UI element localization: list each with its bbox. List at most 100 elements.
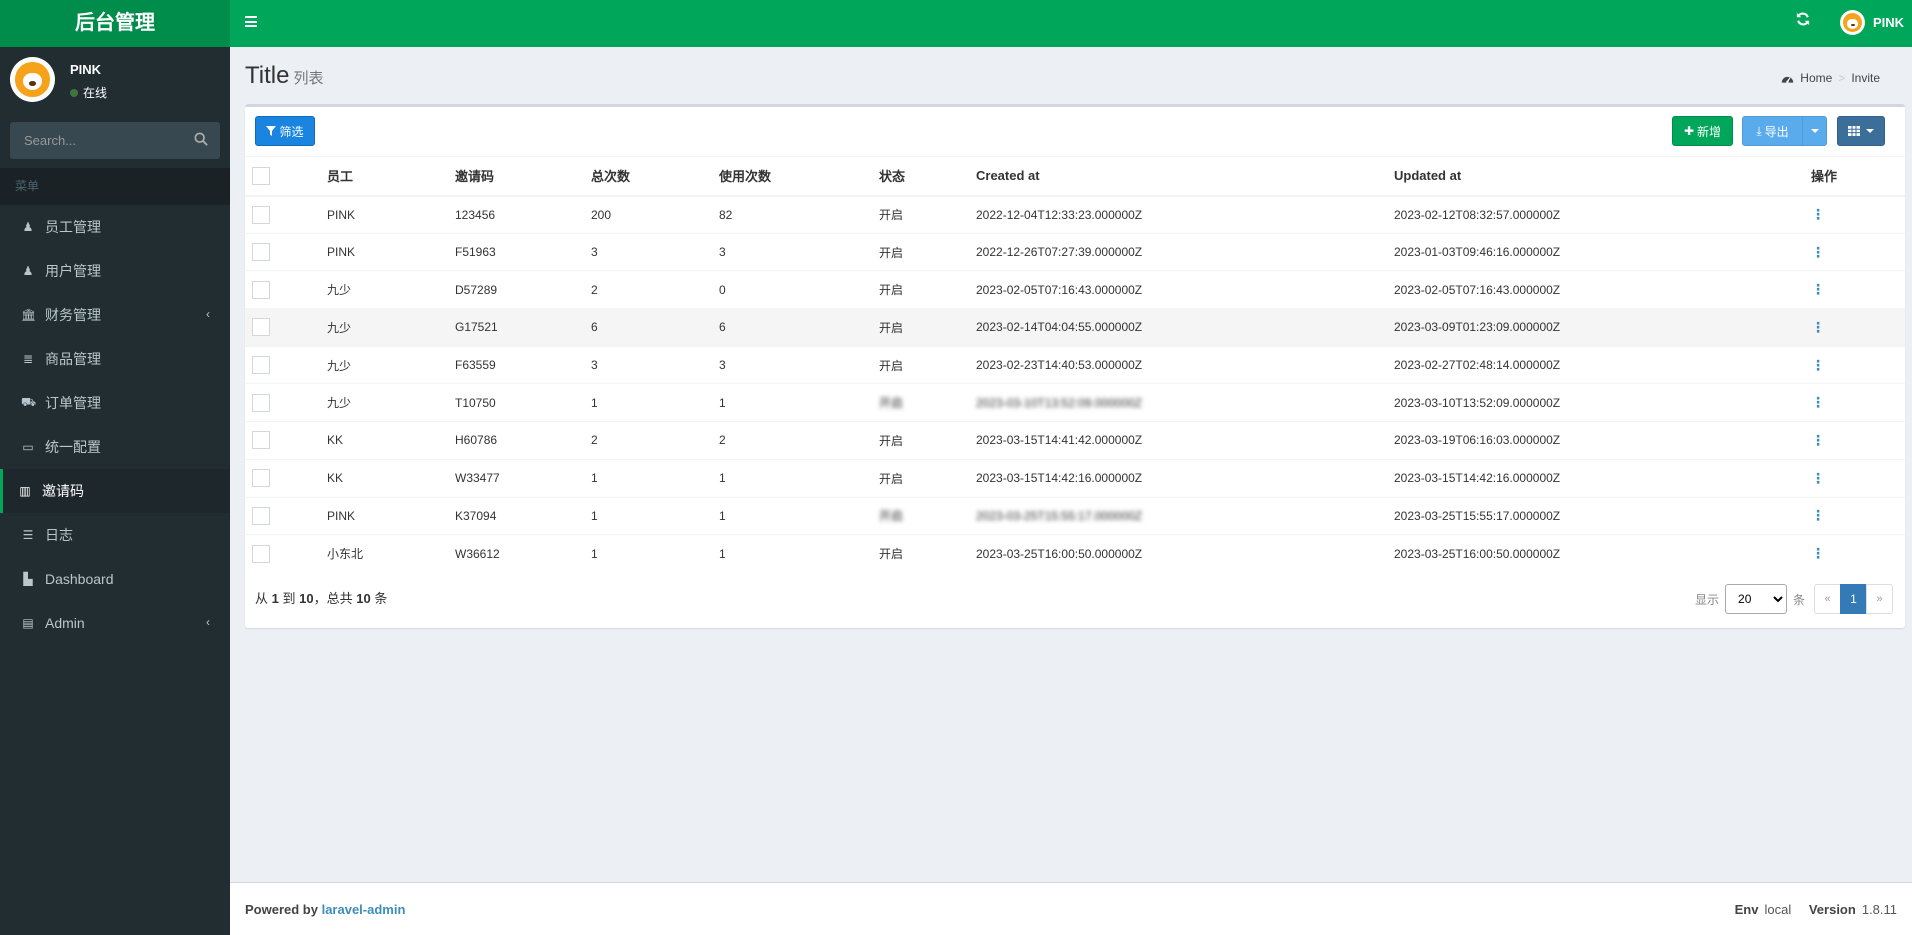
created-at-cell: 2022-12-04T12:33:23.000000Z xyxy=(976,195,1394,234)
used-count-cell: 6 xyxy=(719,308,879,347)
row-select-cell xyxy=(245,195,327,234)
page-button[interactable]: 1 xyxy=(1840,584,1867,614)
table-row[interactable]: KK W33477 1 1 开启 2023-03-15T14:42:16.000000Z 2… xyxy=(245,458,1905,497)
sidebar-item-dashboard[interactable]: ▙ Dashboard xyxy=(0,557,230,601)
download-icon: ⤓ xyxy=(1756,123,1762,138)
sidebar-item-label: 订单管理 xyxy=(45,395,101,411)
bars-icon[interactable] xyxy=(245,16,257,27)
status-cell: 开启 xyxy=(879,383,976,422)
updated-at-cell: 2023-01-03T09:46:16.000000Z xyxy=(1394,232,1811,271)
table-row[interactable]: PINK F51963 3 3 开启 2022-12-26T07:27:39.000000… xyxy=(245,232,1905,271)
column-header[interactable]: 员工 xyxy=(327,156,455,197)
table-row[interactable]: KK H60786 2 2 开启 2023-03-15T14:41:42.000000Z 2… xyxy=(245,421,1905,460)
sidebar-item-products[interactable]: ≣ 商品管理 xyxy=(0,337,230,381)
ellipsis-vertical-icon[interactable]: ⋮ xyxy=(1811,357,1825,374)
sidebar-user-name: PINK xyxy=(70,62,102,77)
tasks-icon: ▤ xyxy=(22,616,34,630)
actions-cell: ⋮ xyxy=(1811,345,1905,384)
filter-button[interactable]: 筛选 xyxy=(255,116,315,146)
ellipsis-vertical-icon[interactable]: ⋮ xyxy=(1811,319,1825,336)
table-row[interactable]: 九少 T10750 1 1 开启 2023-03-10T13:52:09.000000Z 2… xyxy=(245,383,1905,422)
search-input[interactable] xyxy=(10,122,180,159)
user-status-text: 在线 xyxy=(83,86,108,100)
actions-cell: ⋮ xyxy=(1811,534,1905,573)
export-button[interactable]: ⤓ 导出 xyxy=(1742,116,1803,146)
ellipsis-vertical-icon[interactable]: ⋮ xyxy=(1811,394,1825,411)
sidebar-item-label: Admin xyxy=(45,615,85,631)
employee-cell: KK xyxy=(327,421,455,460)
search-icon[interactable] xyxy=(194,132,208,146)
ellipsis-vertical-icon[interactable]: ⋮ xyxy=(1811,470,1825,487)
employee-cell: 九少 xyxy=(327,383,455,422)
refresh-icon[interactable] xyxy=(1796,12,1810,31)
row-checkbox[interactable] xyxy=(252,469,270,488)
row-checkbox[interactable] xyxy=(252,506,270,525)
next-page-button[interactable]: » xyxy=(1866,584,1893,614)
pagination: « 1 » xyxy=(1814,584,1893,614)
ellipsis-vertical-icon[interactable]: ⋮ xyxy=(1811,281,1825,298)
export-dropdown-button[interactable] xyxy=(1802,116,1827,146)
app-logo[interactable]: 后台管理 xyxy=(0,0,230,47)
status-cell: 开启 xyxy=(879,345,976,384)
column-selector-button[interactable] xyxy=(1837,116,1885,146)
ellipsis-vertical-icon[interactable]: ⋮ xyxy=(1811,206,1825,223)
row-select-cell xyxy=(245,421,327,460)
column-header[interactable]: 状态 xyxy=(879,156,976,197)
sidebar-item-finance[interactable]: 🏛 财务管理 ‹ xyxy=(0,293,230,337)
sidebar-item-staff[interactable]: ♟ 员工管理 xyxy=(0,205,230,249)
chevron-left-icon: ‹ xyxy=(206,615,210,629)
total-count-cell: 200 xyxy=(591,195,719,234)
laravel-admin-link[interactable]: laravel-admin xyxy=(322,902,406,917)
row-checkbox[interactable] xyxy=(252,544,270,563)
row-select-cell xyxy=(245,308,327,347)
row-checkbox[interactable] xyxy=(252,205,270,224)
sidebar-item-label: 用户管理 xyxy=(45,263,101,279)
row-select-cell xyxy=(245,270,327,309)
updated-at-cell: 2023-03-25T15:55:17.000000Z xyxy=(1394,496,1811,535)
sidebar-item-orders[interactable]: ⛟ 订单管理 xyxy=(0,381,230,425)
per-page-select[interactable]: 20 xyxy=(1725,584,1788,614)
row-checkbox[interactable] xyxy=(252,318,270,337)
table-row[interactable]: 小东北 W36612 1 1 开启 2023-03-25T16:00:50.000000Z… xyxy=(245,534,1905,573)
user-menu[interactable]: PINK xyxy=(1840,10,1904,35)
sidebar-item-admin[interactable]: ▤ Admin ‹ xyxy=(0,601,230,645)
column-header[interactable]: 使用次数 xyxy=(719,156,879,197)
created-at-cell: 2023-03-25T16:00:50.000000Z xyxy=(976,534,1394,573)
per-page-label: 显示 xyxy=(1695,592,1720,607)
actions-cell: ⋮ xyxy=(1811,383,1905,422)
table-row[interactable]: 九少 G17521 6 6 开启 2023-02-14T04:04:55.000000Z 2… xyxy=(245,308,1905,347)
row-checkbox[interactable] xyxy=(252,280,270,299)
breadcrumb-home[interactable]: Home xyxy=(1800,71,1832,85)
ellipsis-vertical-icon[interactable]: ⋮ xyxy=(1811,545,1825,562)
table-row[interactable]: PINK 123456 200 82 开启 2022-12-04T12:33:23.000… xyxy=(245,195,1905,234)
select-all-checkbox[interactable] xyxy=(252,166,270,185)
column-header[interactable]: 总次数 xyxy=(591,156,719,197)
sidebar-item-invite[interactable]: ▥ 邀请码 xyxy=(0,469,230,513)
new-button[interactable]: ✚ 新增 xyxy=(1672,116,1733,146)
row-checkbox[interactable] xyxy=(252,356,270,375)
table-row[interactable]: 九少 D57289 2 0 开启 2023-02-05T07:16:43.000000Z 2… xyxy=(245,270,1905,309)
sidebar-item-config[interactable]: ▭ 统一配置 xyxy=(0,425,230,469)
status-cell: 开启 xyxy=(879,232,976,271)
table-row[interactable]: PINK K37094 1 1 开启 2023-03-25T15:55:17.000000… xyxy=(245,496,1905,535)
ellipsis-vertical-icon[interactable]: ⋮ xyxy=(1811,507,1825,524)
row-checkbox[interactable] xyxy=(252,393,270,412)
table-row[interactable]: 九少 F63559 3 3 开启 2023-02-23T14:40:53.000000Z 2… xyxy=(245,345,1905,384)
used-count-cell: 3 xyxy=(719,345,879,384)
created-at-cell: 2023-03-15T14:42:16.000000Z xyxy=(976,458,1394,497)
total-count-cell: 6 xyxy=(591,308,719,347)
row-checkbox[interactable] xyxy=(252,431,270,450)
sidebar-item-users[interactable]: ♟ 用户管理 xyxy=(0,249,230,293)
ellipsis-vertical-icon[interactable]: ⋮ xyxy=(1811,432,1825,449)
status-cell: 开启 xyxy=(879,534,976,573)
prev-page-button[interactable]: « xyxy=(1814,584,1841,614)
row-checkbox[interactable] xyxy=(252,243,270,262)
building-icon: ▥ xyxy=(19,484,31,498)
ellipsis-vertical-icon[interactable]: ⋮ xyxy=(1811,244,1825,261)
created-at-cell: 2022-12-26T07:27:39.000000Z xyxy=(976,232,1394,271)
column-header[interactable]: 邀请码 xyxy=(455,156,591,197)
sidebar-item-logs[interactable]: ☰ 日志 xyxy=(0,513,230,557)
column-header[interactable]: Updated at xyxy=(1394,156,1811,197)
invite-code-cell: F51963 xyxy=(455,232,591,271)
column-header[interactable]: Created at xyxy=(976,156,1394,197)
